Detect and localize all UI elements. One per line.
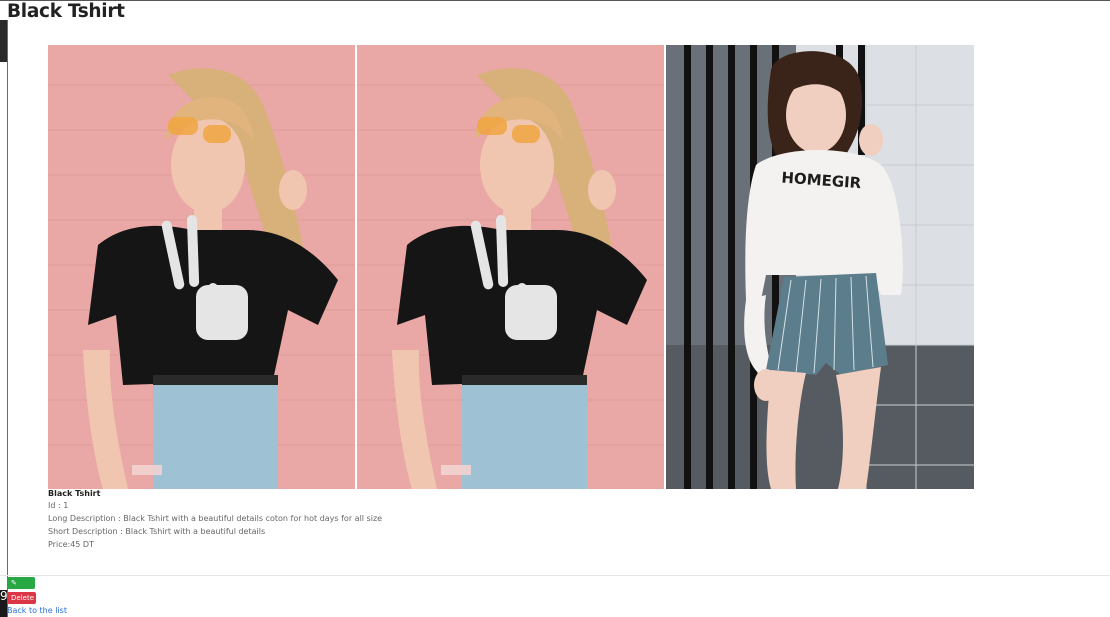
- left-edge-bar: [0, 20, 7, 62]
- product-image-2: [357, 45, 664, 489]
- product-long-description: Long Description : Black Tshirt with a b…: [48, 514, 383, 523]
- left-accent-line: [7, 20, 8, 617]
- delete-button[interactable]: Delete: [7, 592, 36, 604]
- product-image-3: HOMEGIR: [666, 45, 974, 489]
- product-id: Id : 1: [48, 501, 69, 510]
- section-divider: [0, 575, 1110, 576]
- back-to-list-link[interactable]: Back to the list: [7, 606, 67, 615]
- product-gallery: HOMEGIR: [48, 45, 974, 489]
- product-price: Price:45 DT: [48, 540, 94, 549]
- edit-button[interactable]: ✎ Edit: [7, 577, 35, 599]
- page-number: 9: [0, 589, 8, 603]
- product-image-1: [48, 45, 355, 489]
- top-border: [0, 0, 1110, 1]
- product-name: Black Tshirt: [48, 489, 101, 498]
- product-details: Black Tshirt Id : 1 Long Description : B…: [48, 489, 382, 551]
- page-title: Black Tshirt: [7, 1, 125, 22]
- product-short-description: Short Description : Black Tshirt with a …: [48, 527, 266, 536]
